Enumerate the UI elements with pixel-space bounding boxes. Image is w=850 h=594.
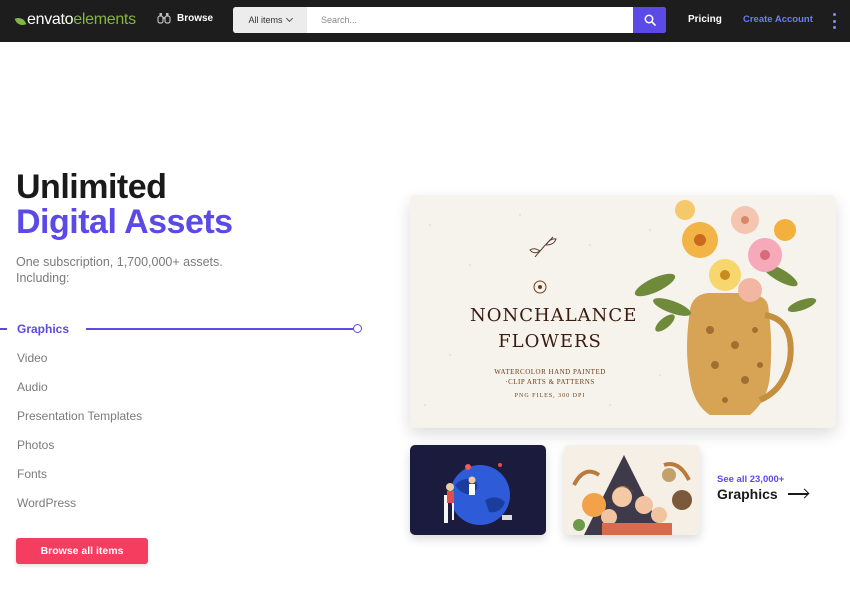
top-nav: envato elements Browse All items Pricing… (0, 0, 850, 42)
hero-subtitle: One subscription, 1,700,000+ assets. (16, 255, 223, 269)
create-account-link[interactable]: Create Account (743, 14, 813, 25)
logo-word-envato: envato (27, 11, 74, 28)
logo-word-elements: elements (73, 11, 136, 28)
category-wordpress[interactable]: WordPress (17, 496, 76, 510)
family-illustration (572, 455, 692, 535)
search-button[interactable] (633, 7, 666, 33)
more-menu-icon[interactable] (831, 13, 837, 29)
active-indicator-line (86, 328, 354, 330)
filter-label: All items (248, 15, 283, 25)
binoculars-icon (157, 13, 171, 24)
arrow-right-icon (787, 493, 808, 495)
category-audio[interactable]: Audio (17, 380, 48, 394)
category-video[interactable]: Video (17, 351, 47, 365)
see-all-category-label: Graphics (717, 486, 778, 502)
featured-title: NONCHALANCE FLOWERS (470, 303, 638, 355)
hero-subtitle-including: Including: (16, 271, 70, 285)
see-all-count[interactable]: See all 23,000+ (717, 474, 784, 485)
globe-illustration (444, 463, 512, 525)
leaf-icon (14, 15, 27, 28)
search-icon (644, 14, 656, 26)
see-all-graphics-link[interactable]: Graphics (717, 486, 808, 502)
featured-graphic-card[interactable]: NONCHALANCE FLOWERS WATERCOLOR HAND PAIN… (410, 195, 836, 428)
hero-title-line2: Digital Assets (16, 203, 233, 241)
graphic-thumbnail-family[interactable] (564, 445, 700, 535)
active-indicator-dot (353, 324, 362, 333)
pricing-link[interactable]: Pricing (688, 14, 722, 25)
category-filter-dropdown[interactable]: All items (233, 7, 307, 33)
graphic-thumbnail-globe[interactable] (410, 445, 546, 535)
category-graphics[interactable]: Graphics (17, 322, 69, 336)
featured-title-line1: NONCHALANCE (470, 305, 638, 326)
featured-desc-line2: ·CLIP ARTS & PATTERNS (505, 378, 595, 386)
category-fonts[interactable]: Fonts (17, 467, 47, 481)
featured-description: WATERCOLOR HAND PAINTED ·CLIP ARTS & PAT… (470, 367, 630, 387)
browse-label: Browse (177, 12, 214, 24)
category-photos[interactable]: Photos (17, 438, 54, 452)
featured-title-line2: FLOWERS (498, 331, 602, 352)
search-input[interactable] (307, 7, 633, 33)
envato-elements-logo[interactable]: envato elements (14, 11, 136, 29)
chevron-down-icon (285, 14, 293, 23)
hero-title-line1: Unlimited (16, 168, 167, 206)
browse-menu[interactable]: Browse (157, 12, 213, 24)
category-presentation-templates[interactable]: Presentation Templates (17, 409, 142, 423)
active-indicator-tick (0, 328, 7, 330)
search-bar: All items (233, 7, 666, 33)
browse-all-items-button[interactable]: Browse all items (16, 538, 148, 564)
featured-file-info: PNG FILES, 300 DPI (514, 393, 586, 399)
featured-desc-line1: WATERCOLOR HAND PAINTED (494, 368, 606, 376)
